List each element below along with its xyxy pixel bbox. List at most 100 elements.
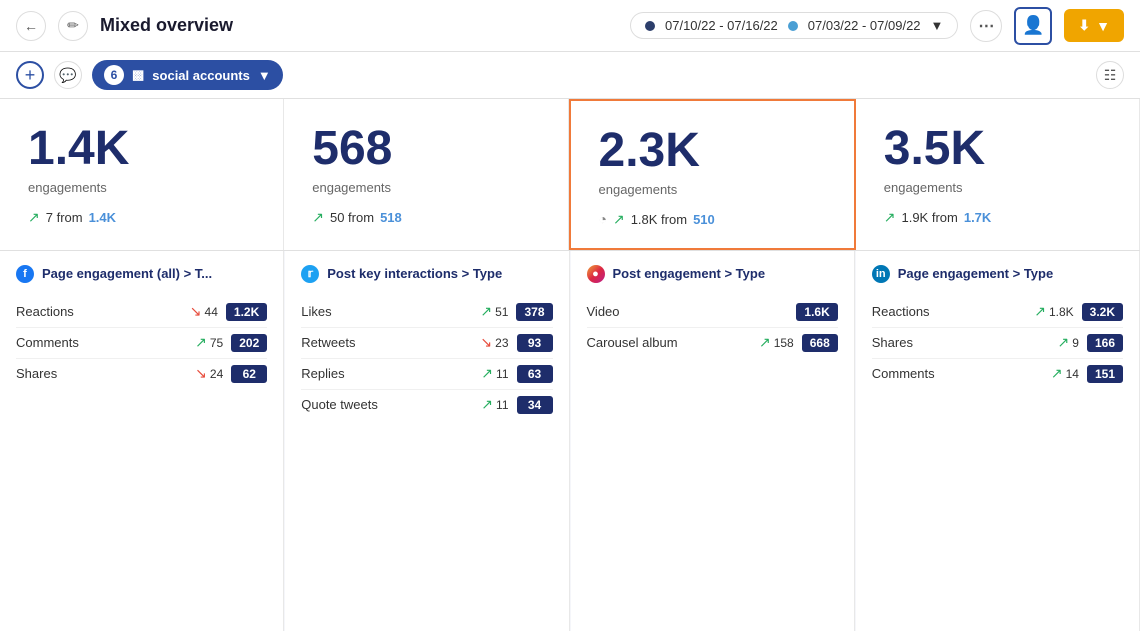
main-content: 1.4K engagements ↗ 7 from 1.4K 568 engag… xyxy=(0,99,1140,631)
metric-value-2: 568 xyxy=(312,123,539,176)
chart-row: Shares ↗ 9 166 xyxy=(872,328,1123,359)
change-amount-3: 1.8K from xyxy=(631,212,687,227)
row-change: ↗ 158 xyxy=(759,334,794,351)
chart-row: Retweets ↘ 23 93 xyxy=(301,328,552,359)
row-label: Quote tweets xyxy=(301,397,481,412)
edit-button[interactable]: ✏ xyxy=(58,11,88,41)
change-amount-4: 1.9K from xyxy=(901,210,957,225)
social-count-badge: 6 xyxy=(104,65,124,85)
charts-row: f Page engagement (all) > T... Reactions… xyxy=(0,251,1140,631)
row-value: 34 xyxy=(517,396,553,414)
row-label: Comments xyxy=(872,366,1051,381)
chart-row: Likes ↗ 51 378 xyxy=(301,297,552,328)
metric-card-4: 3.5K engagements ↗ 1.9K from 1.7K xyxy=(856,99,1140,250)
metric-change-2: ↗ 50 from 518 xyxy=(312,209,539,226)
metric-change-4: ↗ 1.9K from 1.7K xyxy=(884,209,1111,226)
arrow-up-icon-4: ↗ xyxy=(884,209,896,226)
row-label: Retweets xyxy=(301,335,480,350)
chart-row: Comments ↗ 14 151 xyxy=(872,359,1123,389)
change-ref-4: 1.7K xyxy=(964,210,991,225)
linkedin-icon: in xyxy=(872,265,890,283)
add-widget-button[interactable]: + xyxy=(16,61,44,89)
filter-button[interactable]: ☷ xyxy=(1096,61,1124,89)
metric-label-1: engagements xyxy=(28,180,255,195)
row-value: 202 xyxy=(231,334,267,352)
arrow-up-icon: ↗ xyxy=(481,396,493,413)
metric-card-2: 568 engagements ↗ 50 from 518 xyxy=(284,99,568,250)
metric-change-1: ↗ 7 from 1.4K xyxy=(28,209,255,226)
chart-bar-icon: ▩ xyxy=(132,67,144,83)
sync-icon: ◔ xyxy=(599,211,607,227)
arrow-up-icon: ↗ xyxy=(481,365,493,382)
row-value: 668 xyxy=(802,334,838,352)
row-change: ↗ 51 xyxy=(480,303,508,320)
chart-card-instagram: ● Post engagement > Type Video 1.6K Caro… xyxy=(571,251,855,631)
arrow-up-icon: ↗ xyxy=(1051,365,1063,382)
row-label: Comments xyxy=(16,335,195,350)
metrics-row: 1.4K engagements ↗ 7 from 1.4K 568 engag… xyxy=(0,99,1140,251)
row-change: ↗ 11 xyxy=(481,396,508,413)
add-user-icon: 👤 xyxy=(1022,15,1044,36)
chart-row: Video 1.6K xyxy=(587,297,838,328)
change-amount-1: 7 from xyxy=(46,210,83,225)
arrow-up-icon-2: ↗ xyxy=(312,209,324,226)
chart-title-twitter: 𝕣 Post key interactions > Type xyxy=(301,265,552,283)
row-label: Likes xyxy=(301,304,480,319)
add-user-button[interactable]: 👤 xyxy=(1014,7,1052,45)
social-accounts-label: social accounts xyxy=(152,68,250,83)
row-change: ↗ 14 xyxy=(1051,365,1079,382)
metric-card-3: 2.3K engagements ◔ ↗ 1.8K from 510 xyxy=(569,99,856,250)
metric-value-4: 3.5K xyxy=(884,123,1111,176)
row-value: 378 xyxy=(516,303,552,321)
more-button[interactable]: ⋯ xyxy=(970,10,1002,42)
row-value: 63 xyxy=(517,365,553,383)
arrow-up-icon: ↗ xyxy=(480,303,492,320)
row-value: 93 xyxy=(517,334,553,352)
date-range-2: 07/03/22 - 07/09/22 xyxy=(808,18,921,33)
download-icon: ⬇ xyxy=(1078,17,1090,34)
chart-title-linkedin: in Page engagement > Type xyxy=(872,265,1123,283)
row-change: ↘ 44 xyxy=(190,303,218,320)
row-value: 1.6K xyxy=(796,303,837,321)
arrow-up-icon: ↗ xyxy=(195,334,207,351)
chart-row: Carousel album ↗ 158 668 xyxy=(587,328,838,358)
metric-label-4: engagements xyxy=(884,180,1111,195)
header: ← ✏ Mixed overview 07/10/22 - 07/16/22 0… xyxy=(0,0,1140,52)
social-accounts-selector[interactable]: 6 ▩ social accounts ▼ xyxy=(92,60,283,90)
comment-button[interactable]: 💬 xyxy=(54,61,82,89)
change-ref-3: 510 xyxy=(693,212,715,227)
change-ref-1: 1.4K xyxy=(89,210,116,225)
date-range-selector[interactable]: 07/10/22 - 07/16/22 07/03/22 - 07/09/22 … xyxy=(630,12,958,39)
chevron-down-icon: ▼ xyxy=(931,18,944,33)
instagram-icon: ● xyxy=(587,265,605,283)
row-value: 3.2K xyxy=(1082,303,1123,321)
row-label: Video xyxy=(587,304,789,319)
row-value: 151 xyxy=(1087,365,1123,383)
date-range-1: 07/10/22 - 07/16/22 xyxy=(665,18,778,33)
change-amount-2: 50 from xyxy=(330,210,374,225)
back-button[interactable]: ← xyxy=(16,11,46,41)
arrow-up-icon: ↗ xyxy=(759,334,771,351)
row-label: Shares xyxy=(16,366,195,381)
date-range-dot-2 xyxy=(788,21,798,31)
date-range-dot-1 xyxy=(645,21,655,31)
row-change: ↗ 9 xyxy=(1058,334,1079,351)
arrow-up-icon: ↗ xyxy=(1034,303,1046,320)
row-label: Reactions xyxy=(872,304,1034,319)
metric-change-3: ◔ ↗ 1.8K from 510 xyxy=(599,211,826,228)
row-value: 1.2K xyxy=(226,303,267,321)
metric-value-1: 1.4K xyxy=(28,123,255,176)
export-chevron: ▼ xyxy=(1096,18,1110,34)
chart-card-facebook: f Page engagement (all) > T... Reactions… xyxy=(0,251,284,631)
export-button[interactable]: ⬇ ▼ xyxy=(1064,9,1124,42)
arrow-down-icon: ↘ xyxy=(195,365,207,382)
row-change: ↗ 1.8K xyxy=(1034,303,1073,320)
chevron-down-icon: ▼ xyxy=(258,68,271,83)
metric-label-3: engagements xyxy=(599,182,826,197)
chart-row: Comments ↗ 75 202 xyxy=(16,328,267,359)
chart-title-facebook: f Page engagement (all) > T... xyxy=(16,265,267,283)
chart-row: Reactions ↗ 1.8K 3.2K xyxy=(872,297,1123,328)
arrow-down-icon: ↘ xyxy=(190,303,202,320)
chart-card-linkedin: in Page engagement > Type Reactions ↗ 1.… xyxy=(856,251,1140,631)
more-icon: ⋯ xyxy=(978,16,994,36)
